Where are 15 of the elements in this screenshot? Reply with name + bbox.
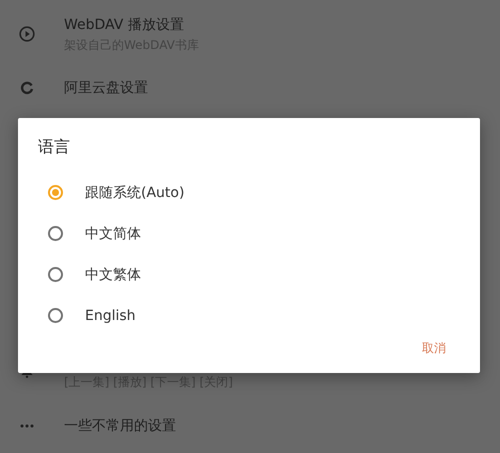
radio-button[interactable] [48, 308, 63, 323]
language-option[interactable]: 中文简体 [38, 213, 460, 254]
language-option[interactable]: 中文繁体 [38, 254, 460, 295]
dialog-title: 语言 [38, 136, 70, 158]
radio-button[interactable] [48, 185, 63, 200]
setting-title: 阿里云盘设置 [64, 79, 148, 98]
language-option[interactable]: English [38, 295, 460, 336]
radio-button[interactable] [48, 226, 63, 241]
ring-icon [20, 81, 34, 95]
setting-title: 一些不常用的设置 [64, 417, 176, 436]
more-icon [20, 424, 34, 428]
radio-button[interactable] [48, 267, 63, 282]
play-circle-icon [19, 26, 35, 42]
language-option[interactable]: 跟随系统(Auto) [38, 172, 460, 213]
setting-title: WebDAV 播放设置 [64, 16, 185, 35]
